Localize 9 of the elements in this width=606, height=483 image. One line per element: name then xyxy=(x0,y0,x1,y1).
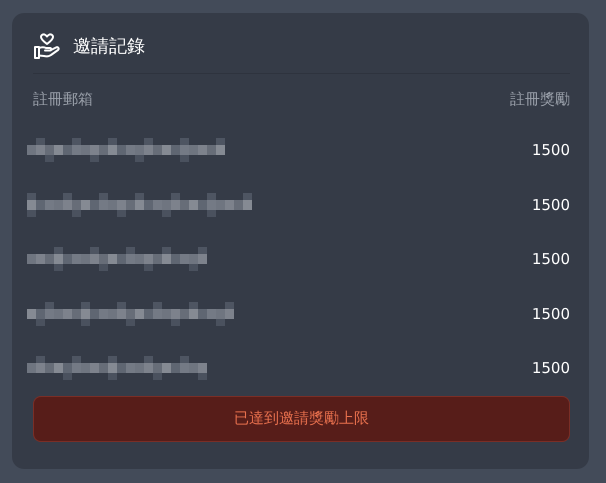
reward-amount: 1500 xyxy=(532,141,570,160)
column-header: 註冊獎勵 xyxy=(510,90,570,109)
reward-amount: 1500 xyxy=(532,359,570,378)
hand-heart-icon xyxy=(33,33,61,59)
reward-amount: 1500 xyxy=(532,196,570,214)
card-title: 邀請記錄 xyxy=(73,35,145,58)
reward-amount: 1500 xyxy=(532,304,570,323)
reward-amount: 1500 xyxy=(532,250,570,268)
column-header: 註冊郵箱 xyxy=(33,90,93,109)
